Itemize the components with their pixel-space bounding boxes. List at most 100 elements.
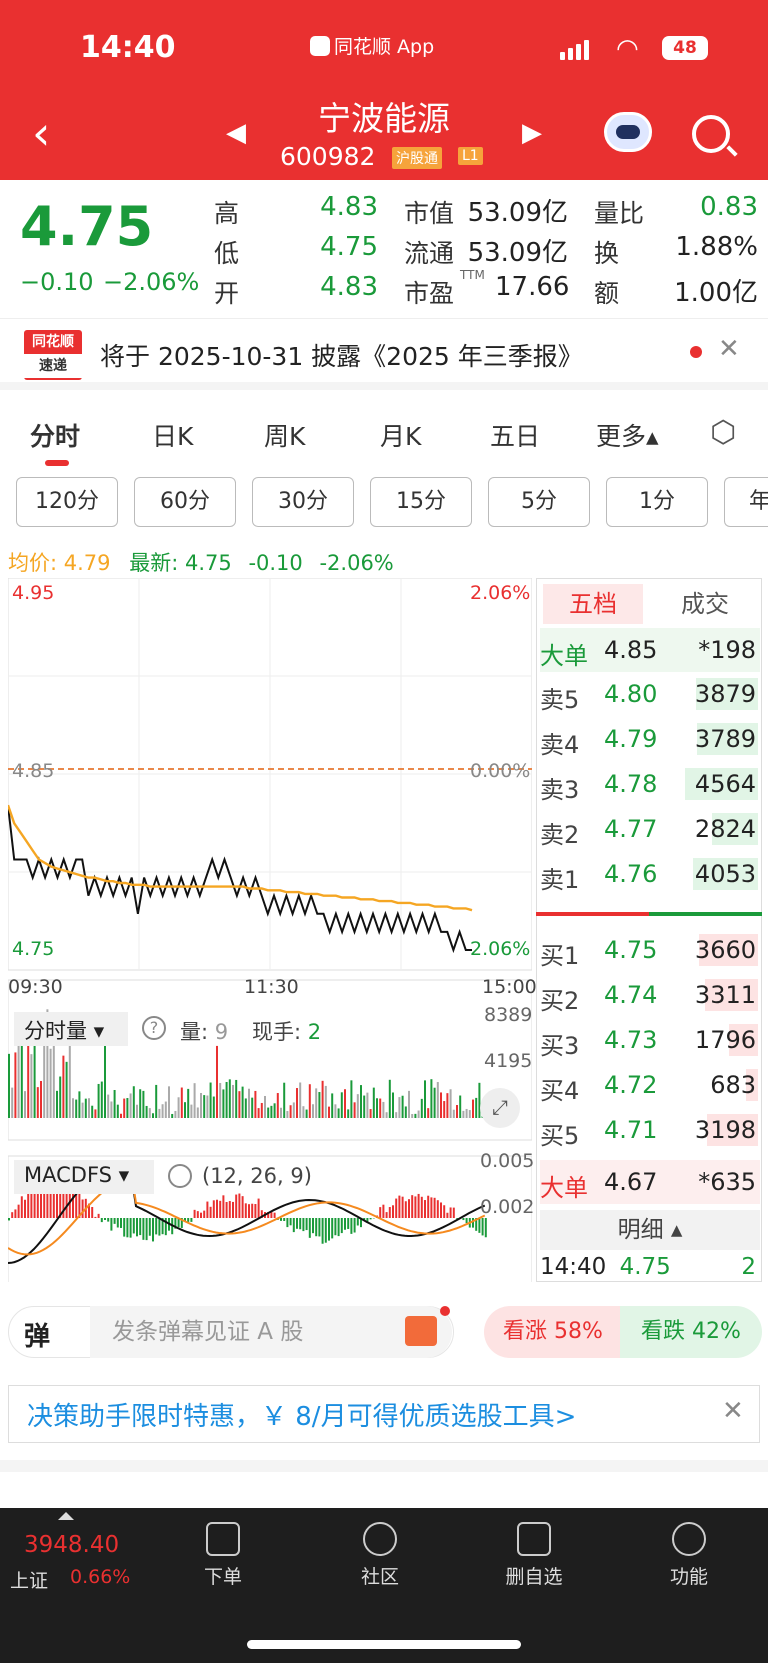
period-30[interactable]: 30分 — [252, 477, 354, 527]
volume-bar — [123, 1098, 126, 1118]
notice-text[interactable]: 将于 2025-10-31 披露《2025 年三季报》 — [100, 337, 583, 373]
volume-bar — [164, 1101, 167, 1118]
wifi-icon: ◠ — [616, 34, 639, 64]
volume-bar — [449, 1089, 452, 1118]
app-logo-icon — [310, 36, 330, 56]
gift-icon[interactable] — [405, 1316, 437, 1346]
macd-bar — [404, 1201, 407, 1218]
big-order-price: 4.67 — [604, 1168, 658, 1196]
macd-settings-icon[interactable] — [168, 1164, 192, 1188]
bid-row[interactable]: 买4 4.72 683 — [540, 1063, 760, 1107]
volume-bar — [280, 1107, 282, 1118]
volume-bar — [193, 1083, 196, 1118]
expand-up-icon[interactable] — [58, 1512, 74, 1520]
tab-five-levels[interactable]: 五档 — [543, 584, 643, 624]
volume-bar — [257, 1108, 260, 1118]
mcap-value: 53.09亿 — [467, 198, 568, 228]
vote-up-button[interactable]: 看涨 58% — [484, 1306, 622, 1358]
ask-row[interactable]: 卖4 4.79 3789 — [540, 717, 760, 761]
volume-bar — [468, 1110, 471, 1118]
volume-bar — [395, 1112, 398, 1118]
tab-intraday[interactable]: 分时 — [30, 417, 80, 453]
volume-bar — [424, 1080, 426, 1118]
volume-bar — [65, 1061, 68, 1118]
volume-bar — [158, 1108, 161, 1118]
volume-indicator-select[interactable]: 分时量 ▾ — [14, 1012, 128, 1046]
robot-assistant-icon[interactable] — [604, 112, 652, 152]
tab-daily-k[interactable]: 日K — [152, 417, 193, 453]
macd-bar — [257, 1198, 260, 1218]
ask-label: 卖4 — [540, 731, 580, 759]
bid-row[interactable]: 买3 4.73 1796 — [540, 1018, 760, 1062]
bid-row[interactable]: 买5 4.71 3198 — [540, 1108, 760, 1152]
promo-close-icon[interactable]: ✕ — [722, 1396, 744, 1426]
volume-bar — [321, 1080, 324, 1118]
help-icon[interactable]: ? — [142, 1016, 166, 1040]
nav-remove-watch[interactable]: 删自选 — [489, 1522, 579, 1589]
volume-bar — [366, 1092, 369, 1118]
period-year[interactable]: 年 — [724, 477, 768, 527]
bid-row[interactable]: 买2 4.74 3311 — [540, 973, 760, 1017]
volume-bar — [203, 1095, 206, 1118]
ask-row[interactable]: 卖2 4.77 2824 — [540, 807, 760, 851]
pct-mid-label: 0.00% — [470, 760, 531, 782]
bid-row[interactable]: 买1 4.75 3660 — [540, 928, 760, 972]
tab-weekly-k[interactable]: 周K — [264, 417, 305, 453]
macd-bar — [436, 1200, 439, 1218]
volume-bar — [232, 1084, 234, 1118]
volume-bar — [14, 1052, 17, 1118]
close-icon[interactable]: ✕ — [718, 334, 740, 364]
settings-hex-icon[interactable]: ⬡ — [710, 415, 736, 450]
volume-bar — [142, 1090, 145, 1118]
period-1[interactable]: 1分 — [606, 477, 708, 527]
macd-bar — [148, 1218, 151, 1236]
volume-bar — [100, 1081, 103, 1118]
danmu-input[interactable]: 发条弹幕见证 A 股 — [90, 1306, 452, 1358]
ask-price: 4.77 — [604, 815, 658, 843]
volume-ratio-label: 量比 — [594, 199, 645, 228]
tab-more[interactable]: 更多▴ — [596, 417, 659, 453]
macd-bar — [219, 1200, 222, 1218]
macd-bar — [292, 1218, 295, 1233]
macd-bar — [203, 1210, 206, 1218]
nav-order[interactable]: 下单 — [178, 1522, 268, 1589]
expand-icon[interactable]: ⤢ — [480, 1088, 520, 1128]
volume-bar — [126, 1098, 129, 1118]
promo-banner[interactable]: 决策助手限时特惠，￥ 8/月可得优质选股工具> — [8, 1385, 760, 1443]
volume-bar — [353, 1102, 356, 1118]
volume-bar — [148, 1108, 151, 1118]
volume-bar — [244, 1098, 247, 1118]
index-value[interactable]: 3948.40 — [24, 1532, 119, 1558]
last-value: 4.75 — [184, 551, 232, 575]
macd-indicator-select[interactable]: MACDFS ▾ — [14, 1160, 154, 1194]
nav-community[interactable]: 社区 — [335, 1522, 425, 1589]
vote-down-button[interactable]: 看跌 42% — [620, 1306, 762, 1358]
detail-toggle[interactable]: 明细 ▴ — [540, 1210, 760, 1250]
period-60[interactable]: 60分 — [134, 477, 236, 527]
macd-bar — [481, 1218, 484, 1236]
turnover-value: 1.88% — [675, 232, 758, 262]
big-order-label: 大单 — [540, 642, 588, 670]
volume-bar — [302, 1106, 305, 1118]
period-15[interactable]: 15分 — [370, 477, 472, 527]
volume-bar — [360, 1085, 362, 1118]
tab-trades[interactable]: 成交 — [650, 584, 760, 624]
volume-bar — [398, 1097, 401, 1118]
tab-five-day[interactable]: 五日 — [490, 417, 540, 453]
open-value: 4.83 — [320, 272, 378, 302]
search-icon[interactable] — [692, 115, 730, 153]
macd-bar — [190, 1218, 193, 1222]
volume-bar — [350, 1080, 353, 1118]
tab-monthly-k[interactable]: 月K — [380, 417, 421, 453]
macd-bar — [443, 1205, 446, 1218]
danmu-toggle-icon[interactable]: 弹 — [24, 1316, 50, 1353]
ask-row[interactable]: 卖3 4.78 4564 — [540, 762, 760, 806]
ask-row[interactable]: 卖5 4.80 3879 — [540, 672, 760, 716]
nav-functions[interactable]: 功能 — [644, 1522, 734, 1589]
period-5[interactable]: 5分 — [488, 477, 590, 527]
header-bar — [0, 0, 768, 180]
period-120[interactable]: 120分 — [16, 477, 118, 527]
sub-tabs-peek — [0, 1472, 768, 1508]
avg-label: 均价: — [8, 551, 64, 575]
ask-row[interactable]: 卖1 4.76 4053 — [540, 852, 760, 896]
